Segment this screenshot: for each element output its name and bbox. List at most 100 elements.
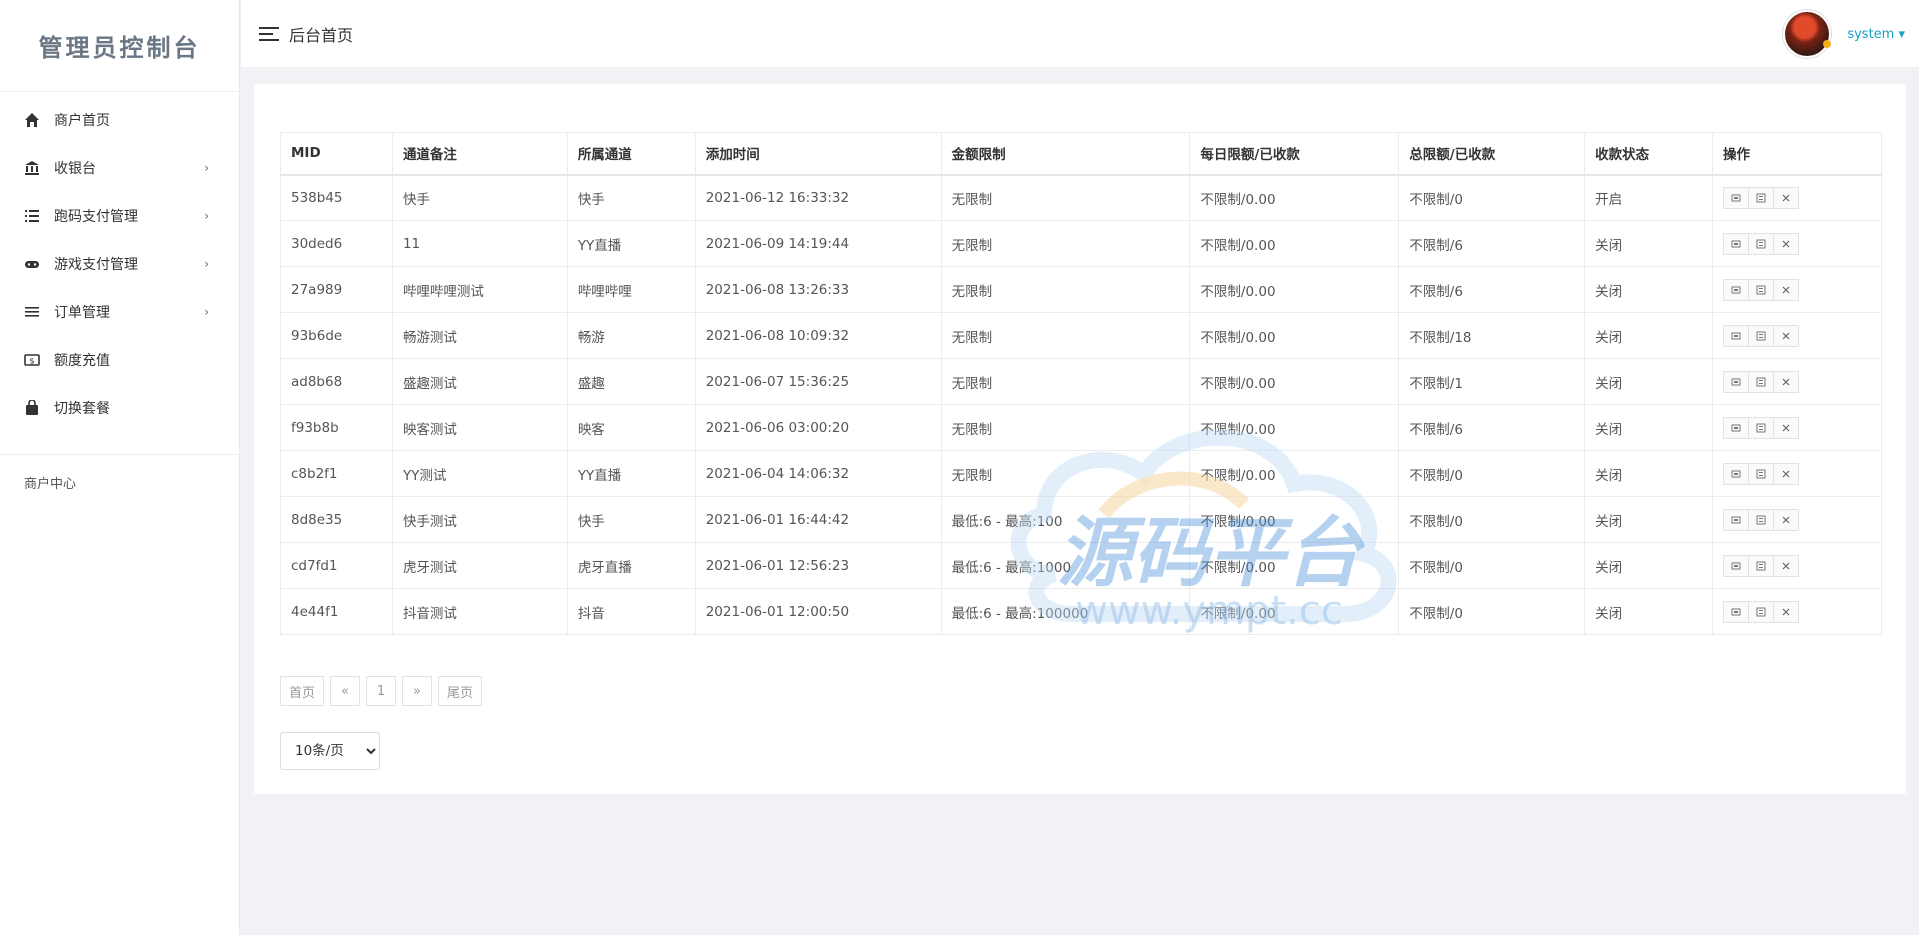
edit-button[interactable] bbox=[1723, 186, 1750, 209]
note-cell: 虎牙测试 bbox=[391, 542, 568, 589]
total-limit-cell: 不限制/0 bbox=[1398, 542, 1586, 589]
daily-limit-cell: 不限制/0.00 bbox=[1189, 542, 1400, 589]
sidebar-item-1[interactable]: 收银台 › bbox=[0, 144, 239, 192]
sidebar-item-0[interactable]: 商户首页 bbox=[0, 96, 239, 144]
qrcode-button[interactable] bbox=[1748, 554, 1775, 577]
note-cell: 快手 bbox=[391, 174, 568, 221]
mid-cell: 27a989 bbox=[280, 266, 393, 313]
menu-lines-icon bbox=[24, 304, 54, 320]
delete-icon bbox=[1781, 469, 1791, 479]
total-limit-cell: 不限制/0 bbox=[1398, 450, 1586, 497]
total-limit-cell: 不限制/18 bbox=[1398, 312, 1586, 359]
status-cell: 关闭 bbox=[1584, 450, 1714, 497]
edit-button[interactable] bbox=[1723, 370, 1750, 393]
qrcode-button[interactable] bbox=[1748, 462, 1775, 485]
sidebar-item-4[interactable]: 订单管理 › bbox=[0, 288, 239, 336]
amount-cell: 无限制 bbox=[940, 220, 1191, 267]
sidebar-item-6[interactable]: 切换套餐 bbox=[0, 384, 239, 432]
qrcode-icon bbox=[1756, 423, 1766, 433]
avatar[interactable] bbox=[1783, 10, 1832, 58]
edit-button[interactable] bbox=[1723, 508, 1750, 531]
page-last-button[interactable]: 尾页 bbox=[438, 676, 483, 706]
row-actions bbox=[1723, 600, 1871, 623]
qrcode-button[interactable] bbox=[1748, 508, 1775, 531]
qrcode-button[interactable] bbox=[1748, 324, 1775, 347]
delete-button[interactable] bbox=[1773, 508, 1800, 531]
delete-button[interactable] bbox=[1773, 186, 1800, 209]
amount-cell: 无限制 bbox=[940, 404, 1191, 451]
page-next-button[interactable]: » bbox=[402, 676, 433, 706]
page-size-select[interactable]: 10条/页 bbox=[280, 732, 380, 770]
status-cell: 关闭 bbox=[1584, 588, 1714, 635]
column-header: 金额限制 bbox=[940, 132, 1191, 176]
table-row: c8b2f1 YY测试 YY直播 2021-06-04 14:06:32 无限制 不限制/… bbox=[280, 450, 1882, 497]
bank-icon bbox=[24, 160, 54, 176]
qrcode-button[interactable] bbox=[1748, 232, 1775, 255]
delete-button[interactable] bbox=[1773, 232, 1800, 255]
mid-cell: 93b6de bbox=[280, 312, 393, 359]
table-row: 4e44f1 抖音测试 抖音 2021-06-01 12:00:50 最低:6 - 最高… bbox=[280, 588, 1882, 635]
column-header: 添加时间 bbox=[694, 132, 942, 176]
delete-button[interactable] bbox=[1773, 600, 1800, 623]
table-body: 538b45 快手 快手 2021-06-12 16:33:32 无限制 不限制/0.00… bbox=[280, 174, 1882, 635]
note-cell: 映客测试 bbox=[391, 404, 568, 451]
delete-button[interactable] bbox=[1773, 324, 1800, 347]
sidebar-item-2[interactable]: 跑码支付管理 › bbox=[0, 192, 239, 240]
actions-cell bbox=[1712, 496, 1882, 543]
amount-cell: 无限制 bbox=[940, 266, 1191, 313]
edit-button[interactable] bbox=[1723, 416, 1750, 439]
edit-icon bbox=[1731, 377, 1741, 387]
amount-cell: 最低:6 - 最高:100 bbox=[940, 496, 1191, 543]
edit-button[interactable] bbox=[1723, 232, 1750, 255]
delete-button[interactable] bbox=[1773, 554, 1800, 577]
note-cell: 快手测试 bbox=[391, 496, 568, 543]
mid-cell: c8b2f1 bbox=[280, 450, 393, 497]
sidebar-item-label: 收银台 bbox=[54, 161, 96, 177]
qrcode-icon bbox=[1756, 607, 1766, 617]
qrcode-button[interactable] bbox=[1748, 186, 1775, 209]
page-prev-button[interactable]: « bbox=[330, 676, 361, 706]
row-actions bbox=[1723, 232, 1871, 255]
delete-button[interactable] bbox=[1773, 278, 1800, 301]
edit-button[interactable] bbox=[1723, 278, 1750, 301]
edit-icon bbox=[1731, 285, 1741, 295]
sidebar-item-3[interactable]: 游戏支付管理 › bbox=[0, 240, 239, 288]
gamepad-icon bbox=[24, 256, 54, 272]
sidebar-section-label[interactable]: 商户中心 bbox=[0, 473, 239, 492]
time-cell: 2021-06-06 03:00:20 bbox=[694, 404, 942, 451]
user-dropdown[interactable]: system ▾ bbox=[1847, 27, 1905, 42]
delete-button[interactable] bbox=[1773, 462, 1800, 485]
sidebar-item-5[interactable]: $ 额度充值 bbox=[0, 336, 239, 384]
edit-button[interactable] bbox=[1723, 324, 1750, 347]
mid-cell: 30ded6 bbox=[280, 220, 393, 267]
channel-cell: 虎牙直播 bbox=[566, 542, 696, 589]
total-limit-cell: 不限制/6 bbox=[1398, 404, 1586, 451]
page-first-button[interactable]: 首页 bbox=[280, 676, 325, 706]
status-cell: 关闭 bbox=[1584, 496, 1714, 543]
hamburger-menu-icon[interactable] bbox=[257, 22, 281, 46]
row-actions bbox=[1723, 554, 1871, 577]
column-header: 每日限额/已收款 bbox=[1189, 132, 1400, 176]
channel-cell: 盛趣 bbox=[566, 358, 696, 405]
edit-button[interactable] bbox=[1723, 462, 1750, 485]
qrcode-icon bbox=[1756, 239, 1766, 249]
edit-button[interactable] bbox=[1723, 554, 1750, 577]
delete-button[interactable] bbox=[1773, 416, 1800, 439]
actions-cell bbox=[1712, 312, 1882, 359]
edit-icon bbox=[1731, 515, 1741, 525]
channel-cell: YY直播 bbox=[566, 220, 696, 267]
daily-limit-cell: 不限制/0.00 bbox=[1189, 358, 1400, 405]
note-cell: 哔哩哔哩测试 bbox=[391, 266, 568, 313]
note-cell: 抖音测试 bbox=[391, 588, 568, 635]
qrcode-button[interactable] bbox=[1748, 600, 1775, 623]
channel-table: MID 通道备注 所属通道 添加时间 金额限制 每日限额/已收款 总限额/已收款 收款状态 操作… bbox=[280, 132, 1882, 635]
qrcode-button[interactable] bbox=[1748, 370, 1775, 393]
qrcode-button[interactable] bbox=[1748, 278, 1775, 301]
status-cell: 开启 bbox=[1584, 174, 1714, 221]
delete-button[interactable] bbox=[1773, 370, 1800, 393]
page-number-button[interactable]: 1 bbox=[366, 676, 397, 706]
qrcode-button[interactable] bbox=[1748, 416, 1775, 439]
edit-button[interactable] bbox=[1723, 600, 1750, 623]
edit-icon bbox=[1731, 331, 1741, 341]
delete-icon bbox=[1781, 331, 1791, 341]
